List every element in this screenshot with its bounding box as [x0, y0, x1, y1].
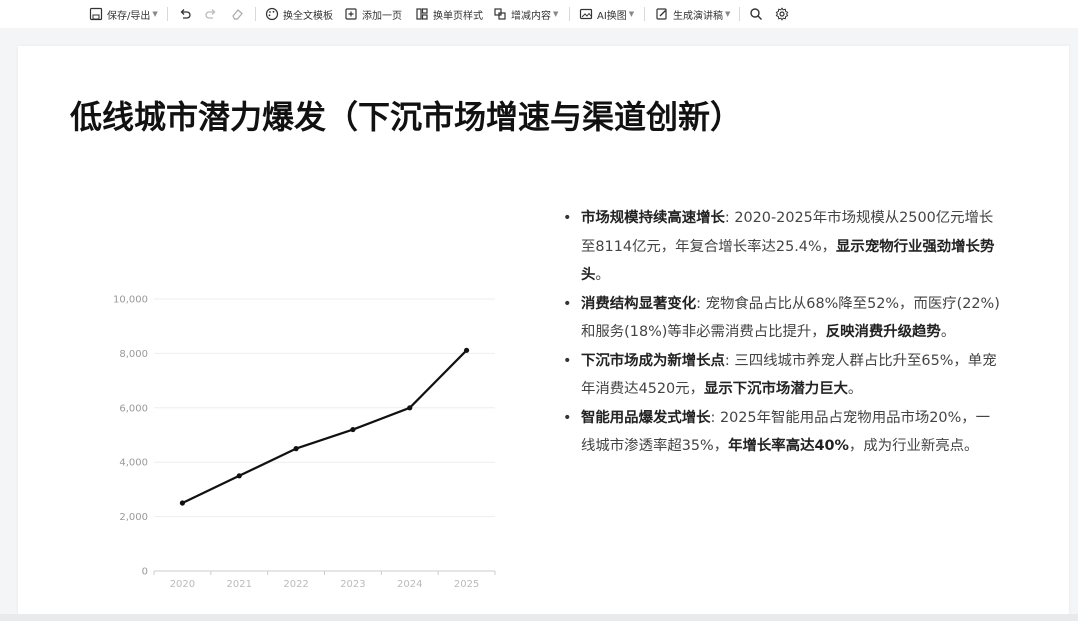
- chevron-down-icon: ▼: [152, 10, 158, 18]
- bullet-item[interactable]: 智能用品爆发式增长: 2025年智能用品占宠物用品市场20%，一线城市渗透率超3…: [563, 404, 1003, 461]
- toolbar-divider: [644, 7, 645, 21]
- save-export-label: 保存/导出: [107, 10, 151, 22]
- chevron-down-icon: ▼: [725, 10, 731, 18]
- x-tick-label: 2024: [397, 579, 422, 590]
- x-tick-label: 2020: [170, 579, 195, 590]
- data-point: [407, 405, 413, 411]
- chevron-down-icon: ▼: [553, 10, 559, 18]
- search-icon: [750, 8, 762, 20]
- y-tick-label: 0: [142, 567, 148, 578]
- edit-doc-icon: [656, 8, 667, 20]
- x-tick-label: 2025: [454, 579, 479, 590]
- undo-icon: [180, 9, 191, 19]
- image-icon: [579, 8, 593, 20]
- data-point: [236, 473, 242, 479]
- add-page-label: 添加一页: [362, 10, 402, 22]
- redo-icon: [205, 9, 216, 19]
- add-page-icon: [345, 8, 357, 20]
- bullet-item[interactable]: 消费结构显著变化: 宠物食品占比从68%降至52%，而医疗(22%)和服务(18…: [563, 290, 1003, 347]
- y-tick-label: 6,000: [119, 403, 148, 414]
- save-export-button[interactable]: 保存/导出 ▼: [89, 5, 158, 23]
- redo-button[interactable]: [204, 5, 222, 23]
- bullet-list[interactable]: 市场规模持续高速增长: 2020-2025年市场规模从2500亿元增长至8114…: [563, 204, 1003, 461]
- toolbar: 保存/导出 ▼ 换全文模板 添加一页 换单页样式 增减内容 ▼ AI换图 ▼ 生…: [0, 0, 1078, 28]
- generate-script-label: 生成演讲稿: [673, 10, 723, 22]
- toolbar-divider: [739, 7, 740, 21]
- edit-content-button[interactable]: 增减内容 ▼: [493, 5, 558, 23]
- chevron-down-icon: ▼: [628, 10, 635, 18]
- gear-icon: [775, 7, 789, 21]
- x-tick-label: 2022: [283, 579, 308, 590]
- data-point: [463, 347, 470, 353]
- change-page-style-button[interactable]: 换单页样式: [415, 5, 483, 23]
- data-point: [293, 446, 299, 452]
- palette-icon: [265, 7, 279, 21]
- bullet-bold-lead: 市场规模持续高速增长: [581, 210, 725, 226]
- bullet-end: 。: [940, 324, 956, 340]
- y-tick-label: 8,000: [119, 349, 148, 360]
- eraser-icon: [232, 9, 243, 20]
- search-button[interactable]: [749, 5, 767, 23]
- bullet-end: ，成为行业新亮点。: [848, 438, 979, 454]
- generate-script-button[interactable]: 生成演讲稿 ▼: [655, 5, 730, 23]
- toolbar-divider: [569, 7, 570, 21]
- bullet-end: 。: [595, 267, 610, 283]
- ai-image-label: AI换图: [597, 10, 627, 22]
- x-tick-label: 2023: [340, 579, 365, 590]
- y-tick-label: 2,000: [119, 512, 148, 523]
- change-template-label: 换全文模板: [283, 10, 333, 22]
- settings-button[interactable]: [775, 5, 793, 23]
- bullet-bold-tail: 显示下沉市场潜力巨大: [703, 381, 848, 397]
- bullet-bold-lead: 消费结构显著变化: [581, 295, 697, 312]
- save-icon: [89, 7, 103, 21]
- clear-format-button[interactable]: [230, 5, 248, 23]
- bullet-bold-tail: 年增长率高达40%: [728, 438, 849, 454]
- change-page-style-label: 换单页样式: [433, 10, 483, 22]
- change-template-button[interactable]: 换全文模板: [265, 5, 333, 23]
- slide-canvas[interactable]: 低线城市潜力爆发（下沉市场增速与渠道创新） 0 2,000 4,000 6,000 8,…: [18, 46, 1069, 614]
- bottom-strip: [0, 614, 1078, 621]
- data-point: [179, 500, 186, 506]
- market-size-line-chart: 0 2,000 4,000 6,000 8,000 10,000 2020 2021 2022 2…: [113, 295, 496, 590]
- slide-title[interactable]: 低线城市潜力爆发（下沉市场增速与渠道创新）: [70, 92, 742, 138]
- y-tick-label: 4,000: [119, 458, 148, 469]
- x-tick-label: 2021: [227, 579, 252, 590]
- layout-icon: [416, 8, 428, 20]
- bullet-end: 。: [847, 381, 863, 397]
- bullet-bold-tail: 反映消费升级趋势: [825, 324, 941, 340]
- ai-image-button[interactable]: AI换图 ▼: [579, 5, 634, 23]
- series-line: [181, 349, 468, 504]
- undo-button[interactable]: [178, 5, 196, 23]
- data-point: [350, 426, 356, 433]
- bullet-item[interactable]: 市场规模持续高速增长: 2020-2025年市场规模从2500亿元增长至8114…: [563, 204, 1003, 290]
- bullet-item[interactable]: 下沉市场成为新增长点: 三四线城市养宠人群占比升至65%，单宠年消费达4520元…: [563, 347, 1003, 404]
- bullet-bold-lead: 智能用品爆发式增长: [581, 409, 711, 426]
- bullet-bold-lead: 下沉市场成为新增长点: [581, 352, 725, 369]
- content-blocks-icon: [494, 8, 506, 20]
- y-tick-label: 10,000: [113, 295, 148, 306]
- add-page-button[interactable]: 添加一页: [344, 5, 402, 23]
- toolbar-divider: [255, 7, 256, 21]
- edit-content-label: 增减内容: [511, 10, 551, 22]
- toolbar-divider: [167, 7, 168, 21]
